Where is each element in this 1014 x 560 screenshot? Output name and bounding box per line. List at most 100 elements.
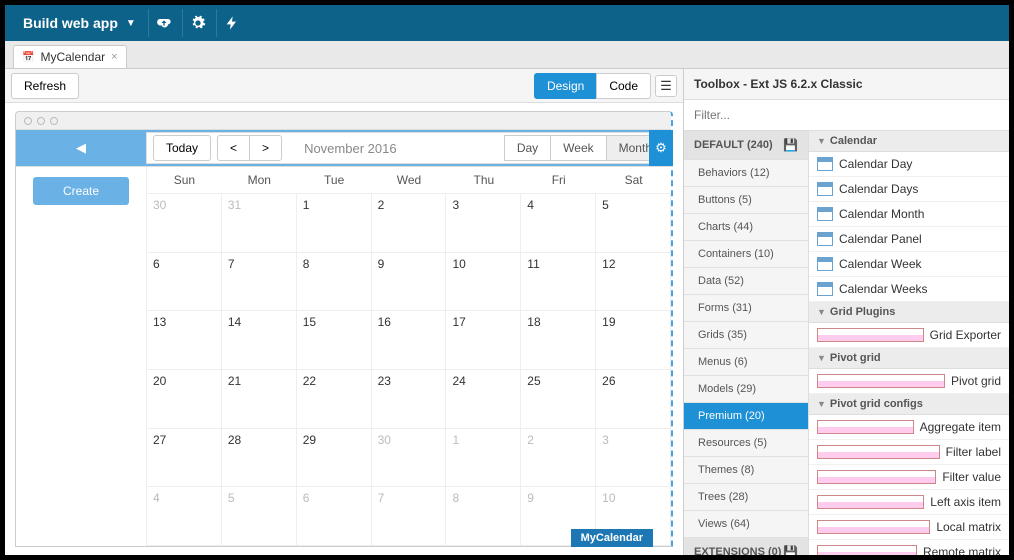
component-label: Calendar Month xyxy=(839,207,924,221)
day-cell[interactable]: 5 xyxy=(596,194,671,252)
day-cell[interactable]: 4 xyxy=(147,487,222,545)
component-item[interactable]: Calendar Weeks xyxy=(809,277,1009,302)
day-cell[interactable]: 2 xyxy=(521,429,596,487)
day-cell[interactable]: 7 xyxy=(372,487,447,545)
day-cell[interactable]: 12 xyxy=(596,253,671,311)
group-header[interactable]: ▼Grid Plugins xyxy=(809,302,1009,323)
day-cell[interactable]: 30 xyxy=(372,429,447,487)
day-cell[interactable]: 5 xyxy=(222,487,297,545)
component-label: Calendar Days xyxy=(839,182,918,196)
day-cell[interactable]: 9 xyxy=(372,253,447,311)
create-button[interactable]: Create xyxy=(33,177,129,205)
day-cell[interactable]: 31 xyxy=(222,194,297,252)
component-item[interactable]: Calendar Panel xyxy=(809,227,1009,252)
component-item[interactable]: Calendar Days xyxy=(809,177,1009,202)
day-cell[interactable]: 20 xyxy=(147,370,222,428)
day-cell[interactable]: 11 xyxy=(521,253,596,311)
menu-icon[interactable]: ☰ xyxy=(655,75,677,97)
bolt-button[interactable] xyxy=(216,9,248,37)
component-item[interactable]: Filter value xyxy=(809,465,1009,490)
filter-input[interactable] xyxy=(692,105,1001,125)
component-item[interactable]: Calendar Week xyxy=(809,252,1009,277)
gear-icon[interactable]: ⚙ xyxy=(649,130,673,166)
day-cell[interactable]: 28 xyxy=(222,429,297,487)
day-cell[interactable]: 8 xyxy=(297,253,372,311)
day-cell[interactable]: 16 xyxy=(372,311,447,369)
category-item[interactable]: Views (64) xyxy=(684,511,808,538)
prev-month-button[interactable]: ◀ xyxy=(16,130,146,166)
category-item[interactable]: Charts (44) xyxy=(684,214,808,241)
day-cell[interactable]: 6 xyxy=(297,487,372,545)
category-item[interactable]: Models (29) xyxy=(684,376,808,403)
code-button[interactable]: Code xyxy=(596,73,651,99)
day-cell[interactable]: 24 xyxy=(446,370,521,428)
component-label: Local matrix xyxy=(936,520,1001,534)
prev-button[interactable]: < xyxy=(217,135,250,161)
component-item[interactable]: Left axis item xyxy=(809,490,1009,515)
category-item[interactable]: EXTENSIONS (0)💾 xyxy=(684,538,808,555)
group-header[interactable]: ▼Pivot grid configs xyxy=(809,394,1009,415)
day-cell[interactable]: 8 xyxy=(446,487,521,545)
category-item[interactable]: Data (52) xyxy=(684,268,808,295)
calendar-icon xyxy=(817,182,833,196)
next-button[interactable]: > xyxy=(249,135,282,161)
tab-mycalendar[interactable]: 📅 MyCalendar × xyxy=(13,45,127,68)
component-item[interactable]: Calendar Day xyxy=(809,152,1009,177)
day-cell[interactable]: 19 xyxy=(596,311,671,369)
component-item[interactable]: Aggregate item xyxy=(809,415,1009,440)
day-cell[interactable]: 23 xyxy=(372,370,447,428)
category-item[interactable]: DEFAULT (240)💾 xyxy=(684,131,808,160)
cloud-upload-button[interactable] xyxy=(148,9,180,37)
day-cell[interactable]: 21 xyxy=(222,370,297,428)
today-button[interactable]: Today xyxy=(153,135,211,161)
day-cell[interactable]: 3 xyxy=(446,194,521,252)
calendar-icon: 📅 xyxy=(22,52,34,63)
month-label: November 2016 xyxy=(304,141,499,156)
window-chrome xyxy=(16,112,671,130)
component-item[interactable]: Calendar Month xyxy=(809,202,1009,227)
day-cell[interactable]: 15 xyxy=(297,311,372,369)
day-cell[interactable]: 18 xyxy=(521,311,596,369)
component-item[interactable]: Local matrix xyxy=(809,515,1009,540)
day-cell[interactable]: 30 xyxy=(147,194,222,252)
week-view-button[interactable]: Week xyxy=(550,135,606,161)
day-cell[interactable]: 25 xyxy=(521,370,596,428)
component-item[interactable]: Grid Exporter xyxy=(809,323,1009,348)
app-title[interactable]: Build web app ▼ xyxy=(13,15,146,31)
group-header[interactable]: ▼Calendar xyxy=(809,131,1009,152)
component-item[interactable]: Remote matrix xyxy=(809,540,1009,555)
group-header[interactable]: ▼Pivot grid xyxy=(809,348,1009,369)
category-item[interactable]: Behaviors (12) xyxy=(684,160,808,187)
category-item[interactable]: Menus (6) xyxy=(684,349,808,376)
day-cell[interactable]: 1 xyxy=(297,194,372,252)
day-cell[interactable]: 17 xyxy=(446,311,521,369)
component-item[interactable]: Filter label xyxy=(809,440,1009,465)
day-cell[interactable]: 4 xyxy=(521,194,596,252)
day-cell[interactable]: 22 xyxy=(297,370,372,428)
category-item[interactable]: Resources (5) xyxy=(684,430,808,457)
gear-button[interactable] xyxy=(182,9,214,37)
day-cell[interactable]: 7 xyxy=(222,253,297,311)
day-cell[interactable]: 14 xyxy=(222,311,297,369)
day-cell[interactable]: 2 xyxy=(372,194,447,252)
design-button[interactable]: Design xyxy=(534,73,597,99)
day-cell[interactable]: 27 xyxy=(147,429,222,487)
category-item[interactable]: Containers (10) xyxy=(684,241,808,268)
category-item[interactable]: Buttons (5) xyxy=(684,187,808,214)
category-item[interactable]: Themes (8) xyxy=(684,457,808,484)
refresh-button[interactable]: Refresh xyxy=(11,73,79,99)
category-item[interactable]: Premium (20) xyxy=(684,403,808,430)
day-cell[interactable]: 26 xyxy=(596,370,671,428)
day-view-button[interactable]: Day xyxy=(504,135,551,161)
day-cell[interactable]: 3 xyxy=(596,429,671,487)
day-cell[interactable]: 29 xyxy=(297,429,372,487)
category-item[interactable]: Grids (35) xyxy=(684,322,808,349)
day-cell[interactable]: 1 xyxy=(446,429,521,487)
day-cell[interactable]: 6 xyxy=(147,253,222,311)
category-item[interactable]: Trees (28) xyxy=(684,484,808,511)
category-item[interactable]: Forms (31) xyxy=(684,295,808,322)
day-cell[interactable]: 13 xyxy=(147,311,222,369)
close-icon[interactable]: × xyxy=(111,51,117,63)
component-item[interactable]: Pivot grid xyxy=(809,369,1009,394)
day-cell[interactable]: 10 xyxy=(446,253,521,311)
